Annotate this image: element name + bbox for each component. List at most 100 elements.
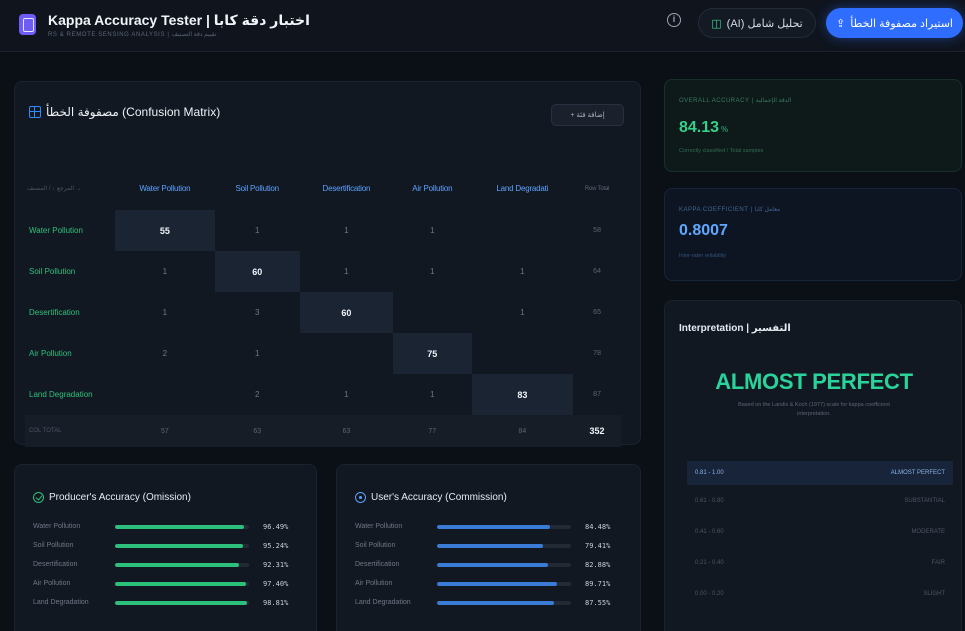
matrix-cell[interactable] (393, 292, 471, 333)
confusion-matrix-title: مصفوفة الخطأ (Confusion Matrix) (29, 105, 220, 119)
matrix-cell[interactable]: 1 (300, 374, 393, 415)
scale-range: 0.41 - 0.60 (695, 528, 724, 535)
accuracy-percent: 82.88% (585, 560, 611, 569)
accuracy-class-name: Water Pollution (355, 523, 403, 530)
matrix-cell[interactable]: 60 (299, 292, 394, 333)
accuracy-bar-fill (115, 562, 239, 567)
row-header[interactable]: Water Pollution (25, 210, 115, 251)
kappa-card: KAPPA COEFFICIENT | معامل كابا 0.8007 In… (664, 188, 962, 281)
accuracy-bar (437, 543, 571, 548)
table-icon (29, 106, 41, 118)
accuracy-bar-fill (115, 581, 246, 586)
row-header[interactable]: Desertification (25, 292, 115, 333)
matrix-cell[interactable]: 60 (214, 251, 300, 292)
accuracy-class-name: Water Pollution (33, 523, 81, 530)
overall-accuracy-unit: % (721, 125, 729, 134)
column-total: 63 (299, 415, 394, 447)
matrix-cell[interactable]: 1 (300, 251, 393, 292)
users-accuracy-card: User's Accuracy (Commission) Water Pollu… (336, 464, 641, 631)
accuracy-row: Desertification 82.88% (355, 555, 623, 574)
matrix-cell[interactable]: 1 (393, 251, 471, 292)
matrix-cell[interactable]: 1 (393, 374, 471, 415)
scale-label: SLIGHT (923, 590, 945, 597)
row-header[interactable]: Soil Pollution (25, 251, 115, 292)
scale-label: MODERATE (911, 528, 945, 535)
accuracy-bar (115, 600, 249, 605)
matrix-cell[interactable]: 75 (393, 333, 472, 374)
producers-accuracy-title-text: Producer's Accuracy (Omission) (49, 492, 191, 503)
matrix-cell[interactable]: 2 (215, 374, 300, 415)
import-matrix-label: استيراد مصفوفة الخطأ (850, 17, 953, 30)
accuracy-bar-fill (437, 562, 549, 567)
sparkle-icon: ◫ (711, 17, 722, 30)
info-icon[interactable]: i (667, 13, 681, 27)
accuracy-bar-fill (437, 524, 551, 529)
accuracy-bar (115, 524, 249, 529)
matrix-cell[interactable] (472, 333, 574, 374)
ai-analysis-button[interactable]: ◫ (AI) تحليل شامل (698, 8, 816, 38)
matrix-cell[interactable]: 1 (215, 210, 300, 251)
import-matrix-button[interactable]: ⇪ استيراد مصفوفة الخطأ (826, 8, 963, 38)
accuracy-percent: 89.71% (585, 579, 611, 588)
column-header[interactable]: Land Degradati (472, 167, 574, 210)
matrix-cell[interactable]: 1 (115, 251, 215, 292)
matrix-cell[interactable]: 1 (472, 292, 574, 333)
matrix-cell[interactable]: 1 (115, 292, 215, 333)
column-header[interactable]: Air Pollution (393, 167, 471, 210)
confusion-matrix-title-text: مصفوفة الخطأ (Confusion Matrix) (46, 105, 221, 119)
scale-row: 0.41 - 0.60 MODERATE (687, 516, 953, 547)
overall-accuracy-card: OVERALL ACCURACY | الدقة الإجمالية 84.13… (664, 79, 962, 172)
accuracy-bar-fill (437, 600, 555, 605)
matrix-cell[interactable] (472, 210, 574, 251)
app-title: Kappa Accuracy Tester | اختبار دقة كابا (48, 12, 310, 28)
accuracy-row: Desertification 92.31% (33, 555, 301, 574)
accuracy-bar-fill (437, 581, 558, 586)
kappa-label: KAPPA COEFFICIENT | معامل كابا (679, 207, 781, 213)
column-header[interactable]: Water Pollution (115, 167, 215, 210)
column-header[interactable]: Desertification (300, 167, 393, 210)
producers-accuracy-card: Producer's Accuracy (Omission) Water Pol… (14, 464, 317, 631)
accuracy-row: Soil Pollution 79.41% (355, 536, 623, 555)
matrix-cell[interactable]: 2 (115, 333, 215, 374)
matrix-cell[interactable]: 1 (393, 210, 471, 251)
matrix-row: Land Degradation 2 1 1 83 87 (25, 374, 621, 415)
scale-label: FAIR (931, 559, 945, 566)
row-header[interactable]: Air Pollution (25, 333, 115, 374)
accuracy-bar-fill (115, 600, 248, 605)
matrix-cell[interactable] (300, 333, 393, 374)
matrix-cell[interactable]: 83 (471, 374, 574, 415)
row-header[interactable]: Land Degradation (25, 374, 115, 415)
accuracy-class-name: Desertification (355, 561, 400, 568)
overall-accuracy-label: OVERALL ACCURACY | الدقة الإجمالية (679, 98, 792, 104)
accuracy-bar (437, 524, 571, 529)
users-accuracy-list: Water Pollution 84.48% Soil Pollution 79.41… (355, 517, 623, 612)
interpretation-level: ALMOST PERFECT (715, 369, 913, 394)
matrix-row: Air Pollution 2 1 75 78 (25, 333, 621, 374)
matrix-cell[interactable]: 1 (472, 251, 574, 292)
column-header[interactable]: Soil Pollution (215, 167, 300, 210)
matrix-cell[interactable]: 3 (215, 292, 300, 333)
app-logo-icon (19, 14, 36, 35)
row-total: 64 (593, 268, 601, 275)
matrix-header-row: المرجع ↓ / المصنف → Water Pollution Soil… (25, 167, 621, 210)
matrix-cell[interactable]: 1 (215, 333, 300, 374)
column-total: 63 (214, 415, 300, 447)
scale-label: ALMOST PERFECT (890, 470, 945, 476)
interpretation-description: Based on the Landis & Koch (1977) scale … (738, 402, 890, 417)
interpretation-title: Interpretation | التفسير (679, 323, 791, 334)
matrix-corner-label: المرجع ↓ / المصنف → (27, 186, 82, 192)
matrix-cell[interactable]: 1 (300, 210, 393, 251)
add-class-button[interactable]: + إضافة فئة (551, 104, 624, 126)
scale-range: 0.21 - 0.40 (695, 559, 724, 566)
matrix-cell[interactable]: 55 (115, 210, 215, 251)
matrix-row: Desertification 1 3 60 1 65 (25, 292, 621, 333)
scale-range: 0.81 - 1.00 (695, 470, 724, 476)
confusion-matrix-table: المرجع ↓ / المصنف → Water Pollution Soil… (25, 167, 621, 447)
matrix-row: Water Pollution 55 1 1 1 58 (25, 210, 621, 251)
accuracy-class-name: Soil Pollution (33, 542, 74, 549)
accuracy-row: Water Pollution 84.48% (355, 517, 623, 536)
matrix-cell[interactable] (115, 374, 215, 415)
accuracy-bar-fill (115, 524, 245, 529)
accuracy-class-name: Land Degradation (33, 599, 89, 606)
accuracy-percent: 92.31% (263, 560, 289, 569)
